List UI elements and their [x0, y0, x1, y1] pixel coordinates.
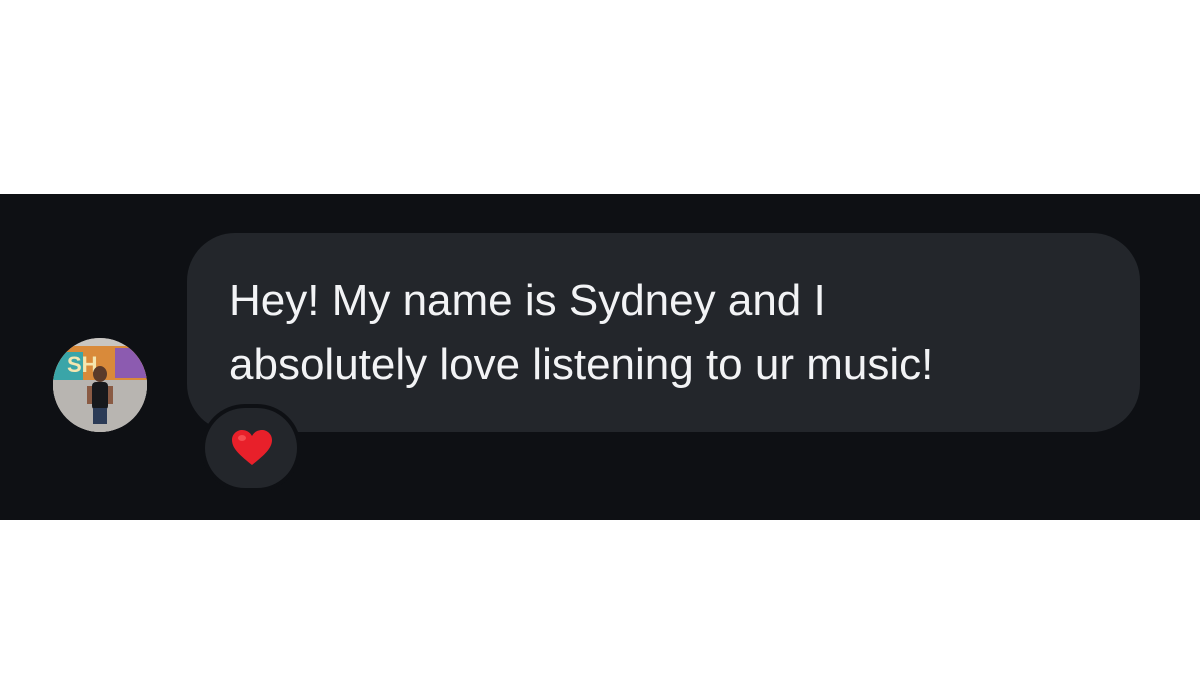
sender-avatar[interactable]: SH — [53, 338, 147, 432]
message-bubble[interactable]: Hey! My name is Sydney and I absolutely … — [187, 233, 1140, 432]
reaction-pill — [205, 408, 297, 488]
message-text-line-1: Hey! My name is Sydney and I — [229, 276, 826, 325]
red-heart-icon — [232, 430, 272, 465]
message-text-line-2: absolutely love listening to ur music! — [229, 340, 934, 389]
page: SH Hey! My name is Sydney and I absolute… — [0, 0, 1200, 675]
avatar-photo-icon: SH — [53, 338, 147, 432]
svg-text:SH: SH — [67, 352, 98, 377]
reaction-badge[interactable] — [201, 404, 301, 492]
